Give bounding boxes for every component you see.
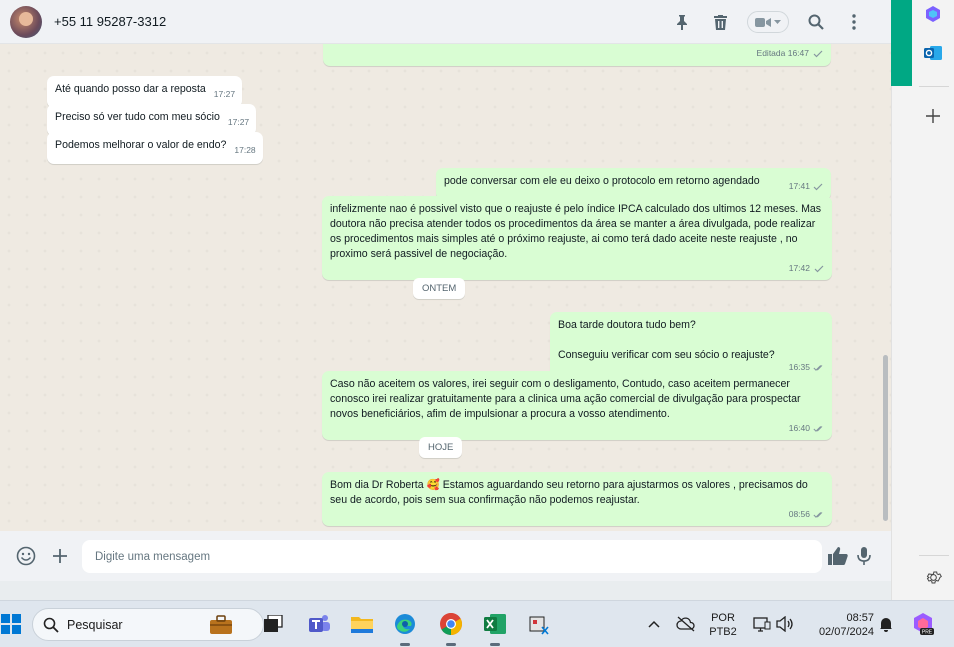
language-bottom: PTB2 xyxy=(709,626,737,638)
briefcase-icon xyxy=(210,614,232,634)
message-time: 08:56 xyxy=(788,509,810,519)
chrome-browser-icon[interactable] xyxy=(436,609,466,639)
sent-tick-icon xyxy=(813,50,823,57)
message-text: Até quando posso dar a reposta xyxy=(55,83,206,95)
search-icon xyxy=(43,617,59,633)
message-input[interactable] xyxy=(82,540,822,573)
taskbar-search[interactable]: Pesquisar xyxy=(32,608,264,641)
onedrive-offline-icon[interactable] xyxy=(671,609,701,639)
message-text-line xyxy=(558,333,825,348)
active-app-indicator xyxy=(490,643,500,646)
chevron-up-icon[interactable] xyxy=(639,609,669,639)
message-text-line: Conseguiu verificar com seu sócio o reaj… xyxy=(558,349,775,361)
header-actions xyxy=(663,0,873,44)
smiling-face-hearts-emoji: 🥰 xyxy=(426,479,440,491)
active-app-indicator xyxy=(446,643,456,646)
sent-tick-icon xyxy=(813,183,823,190)
taskbar-clock[interactable]: 08:57 02/07/2024 xyxy=(806,611,874,639)
message-text: infelizmente nao é possivel visto que o … xyxy=(330,203,822,260)
pin-icon[interactable] xyxy=(663,0,701,44)
teams-app-icon[interactable] xyxy=(304,609,334,639)
excel-app-icon[interactable] xyxy=(480,609,510,639)
add-app-icon[interactable] xyxy=(919,102,947,130)
message-bubble-out[interactable]: Caso não aceitem os valores, irei seguir… xyxy=(322,371,832,440)
message-time: Editada 16:47 xyxy=(756,48,809,58)
language-top: POR xyxy=(711,612,735,624)
file-explorer-icon[interactable] xyxy=(347,609,377,639)
active-app-indicator xyxy=(400,643,410,646)
message-time: 17:27 xyxy=(213,89,236,99)
clock-date: 02/07/2024 xyxy=(818,626,874,638)
video-call-button[interactable] xyxy=(747,11,789,33)
date-separator: ONTEM xyxy=(413,278,466,299)
outlook-app-icon[interactable] xyxy=(919,39,947,67)
windows-taskbar: Pesquisar POR PTB2 08:57 02/07/2024 PRE xyxy=(0,600,954,647)
attach-plus-icon[interactable] xyxy=(43,531,77,581)
contact-name[interactable]: +55 11 95287-3312 xyxy=(54,14,166,29)
sent-tick-icon xyxy=(814,265,824,272)
app-side-strip xyxy=(891,0,954,600)
search-label: Pesquisar xyxy=(67,617,123,632)
message-text: Caso não aceitem os valores, irei seguir… xyxy=(330,378,801,420)
copilot-app-icon[interactable] xyxy=(919,0,947,28)
message-text: Bom dia Dr Roberta xyxy=(330,479,427,491)
message-text: Preciso só ver tudo com meu sócio xyxy=(55,111,220,123)
date-separator: HOJE xyxy=(419,437,463,458)
settings-gear-icon[interactable] xyxy=(919,563,947,591)
message-time: 16:40 xyxy=(788,423,810,433)
menu-icon[interactable] xyxy=(835,0,873,44)
language-indicator[interactable]: POR PTB2 xyxy=(704,611,742,639)
read-ticks-icon xyxy=(813,511,823,518)
message-bubble-out[interactable]: Bom dia Dr Roberta 🥰 Estamos aguardando … xyxy=(322,472,832,526)
message-time: 17:42 xyxy=(788,263,810,273)
message-bubble-out[interactable]: Editada 16:47 xyxy=(323,44,831,66)
edge-browser-icon[interactable] xyxy=(390,609,420,639)
message-time: 17:41 xyxy=(788,181,810,191)
message-list[interactable]: Editada 16:47 Até quando posso dar a rep… xyxy=(0,44,891,531)
contact-avatar[interactable] xyxy=(10,5,42,38)
copilot-pre-icon[interactable]: PRE xyxy=(908,609,938,639)
message-bubble-in[interactable]: Podemos melhorar o valor de endo? 17:28 xyxy=(47,132,263,164)
app-accent-bar xyxy=(891,0,912,86)
message-text: pode conversar com ele eu deixo o protoc… xyxy=(444,175,760,187)
message-bubble-out[interactable]: Boa tarde doutora tudo bem? Conseguiu ve… xyxy=(550,312,832,379)
volume-icon[interactable] xyxy=(770,609,800,639)
message-text-line: Boa tarde doutora tudo bem? xyxy=(558,319,696,331)
search-icon[interactable] xyxy=(797,0,835,44)
chat-header: +55 11 95287-3312 xyxy=(0,0,891,44)
strip-divider xyxy=(919,555,949,556)
message-bubble-out[interactable]: infelizmente nao é possivel visto que o … xyxy=(322,196,832,280)
notification-bell-icon[interactable] xyxy=(871,609,901,639)
message-time: 17:28 xyxy=(234,145,256,155)
video-icon xyxy=(755,17,771,27)
strip-divider xyxy=(919,86,949,87)
microphone-icon[interactable] xyxy=(847,531,881,581)
clock-time: 08:57 xyxy=(846,612,874,624)
message-time: 17:27 xyxy=(227,117,250,127)
snipping-tool-icon[interactable] xyxy=(524,609,554,639)
read-ticks-icon xyxy=(813,425,823,432)
emoji-icon[interactable] xyxy=(9,531,43,581)
task-view-icon[interactable] xyxy=(258,609,288,639)
chat-scrollbar[interactable] xyxy=(883,355,888,521)
trash-icon[interactable] xyxy=(701,0,739,44)
svg-text:PRE: PRE xyxy=(922,630,933,636)
message-composer xyxy=(0,531,891,581)
chevron-down-icon xyxy=(774,19,781,24)
message-text: Podemos melhorar o valor de endo? xyxy=(55,139,227,151)
windows-start-icon[interactable] xyxy=(0,609,26,639)
